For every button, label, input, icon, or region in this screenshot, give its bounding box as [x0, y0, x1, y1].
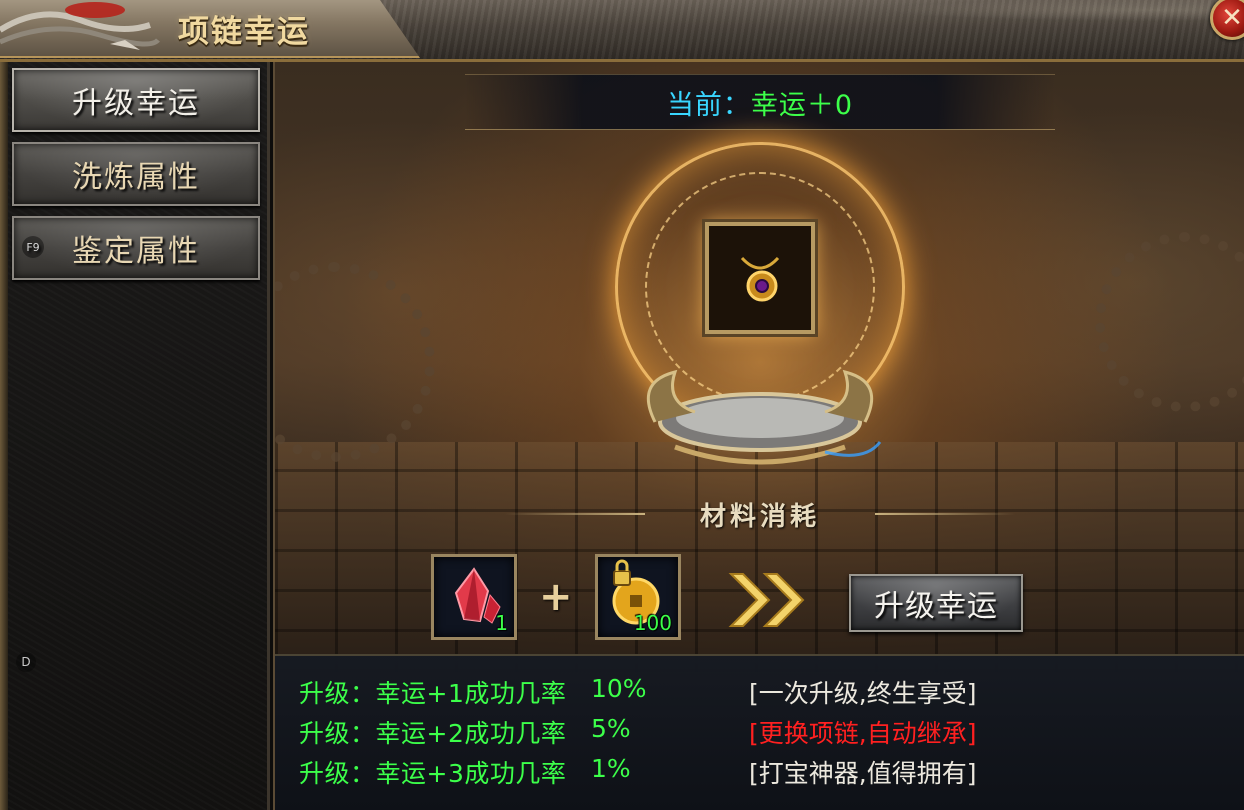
sidebar: 升级幸运 洗炼属性 F9 鉴定属性 D	[0, 62, 270, 810]
close-icon: ✕	[1221, 3, 1243, 33]
sidebar-item-identify-attributes[interactable]: F9 鉴定属性	[12, 216, 260, 280]
main-panel: 当前： 幸运＋0 材料消耗 1 + 100 升级幸运 升级：幸运+1成功几率 1…	[273, 62, 1244, 810]
upgrade-luck-button[interactable]: 升级幸运	[849, 574, 1023, 632]
rate-percent: 5%	[591, 714, 631, 743]
title-bar: 项链幸运 ✕	[0, 0, 1244, 62]
slogan-text: [一次升级,终生享受]	[749, 679, 977, 708]
hotkey-badge: F9	[22, 236, 44, 258]
current-luck-bar: 当前： 幸运＋0	[465, 74, 1055, 130]
slogan-text: [打宝神器,值得拥有]	[749, 759, 977, 788]
gear-decoration-icon	[1095, 232, 1244, 412]
rate-text: 升级：幸运+2成功几率	[299, 719, 567, 748]
sidebar-item-upgrade-luck[interactable]: 升级幸运	[12, 68, 260, 132]
gear-decoration-icon	[275, 262, 435, 462]
success-rate-panel: 升级：幸运+1成功几率 10% [一次升级,终生享受] 升级：幸运+2成功几率 …	[275, 654, 1244, 810]
rate-text: 升级：幸运+1成功几率	[299, 679, 567, 708]
plus-icon: +	[539, 574, 573, 620]
current-luck-label: 当前：	[666, 89, 751, 121]
material-slot-gold[interactable]: 100	[595, 554, 681, 640]
page-title: 项链幸运	[178, 14, 310, 50]
sidebar-item-label: 洗炼属性	[72, 160, 200, 195]
rate-text: 升级：幸运+3成功几率	[299, 759, 567, 788]
sidebar-item-label: 升级幸运	[72, 86, 200, 121]
dragon-pedestal-icon	[646, 369, 882, 465]
necklace-icon	[740, 256, 780, 302]
material-slot-crystal[interactable]: 1	[431, 554, 517, 640]
material-count: 100	[633, 611, 672, 635]
sidebar-item-label: 鉴定属性	[72, 234, 200, 269]
current-luck-value: 幸运＋0	[750, 89, 854, 121]
close-button[interactable]: ✕	[1210, 0, 1244, 40]
double-arrow-icon	[728, 573, 805, 627]
necklace-slot[interactable]	[702, 219, 818, 337]
background-floor	[275, 442, 1244, 672]
materials-header: 材料消耗	[505, 494, 1015, 534]
rate-percent: 10%	[591, 674, 647, 703]
rate-percent: 1%	[591, 754, 631, 783]
material-count: 1	[495, 611, 508, 635]
dragon-ornament-icon	[0, 2, 160, 50]
slogan-text: [更换项链,自动继承]	[749, 719, 977, 748]
side-hotkey-badge: D	[16, 652, 36, 672]
sidebar-item-refine-attributes[interactable]: 洗炼属性	[12, 142, 260, 206]
